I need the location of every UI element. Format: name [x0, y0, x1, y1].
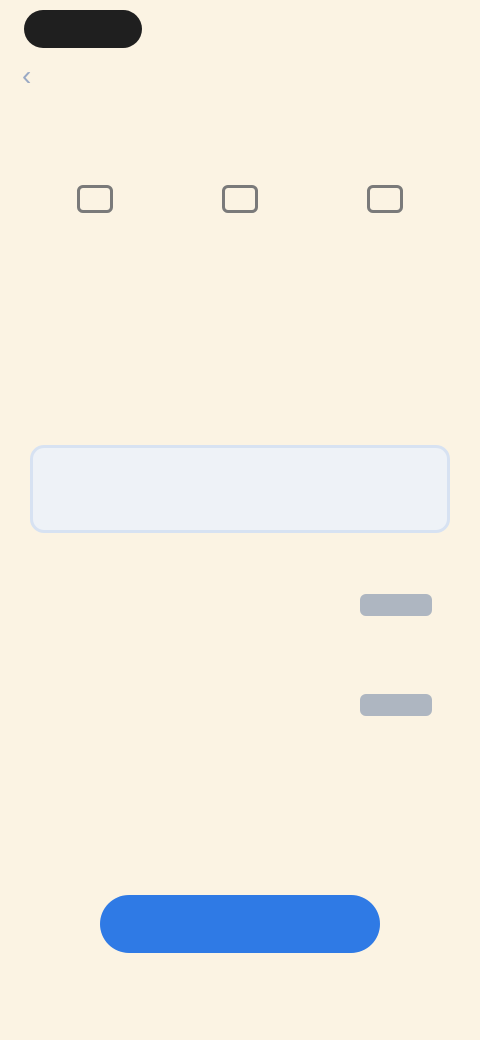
plan-badge: [360, 594, 432, 616]
plan-option-selected[interactable]: [30, 445, 450, 533]
plan-option[interactable]: [30, 648, 450, 744]
plan-badge: [360, 694, 432, 716]
feature-icon: [367, 185, 403, 213]
plan-option[interactable]: [30, 548, 450, 644]
feature-item: [40, 185, 150, 227]
feature-item: [330, 185, 440, 227]
continue-button[interactable]: [100, 895, 380, 953]
feature-icon: [77, 185, 113, 213]
back-icon[interactable]: ‹: [22, 62, 46, 90]
dynamic-island: [24, 10, 142, 48]
feature-item: [185, 185, 295, 227]
feature-icon: [222, 185, 258, 213]
status-bar: [0, 0, 480, 60]
feature-list: [40, 185, 440, 227]
